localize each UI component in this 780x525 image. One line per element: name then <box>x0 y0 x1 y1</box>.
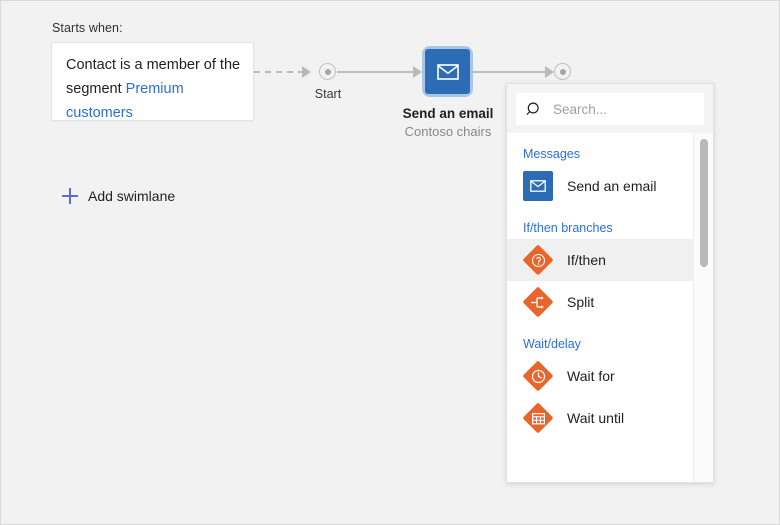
split-branch-icon <box>523 287 553 317</box>
list-item-wait-until[interactable]: Wait until <box>507 397 695 439</box>
list-item-label: If/then <box>567 252 606 268</box>
search-input[interactable] <box>551 101 732 118</box>
list-item-label: Wait for <box>567 368 615 384</box>
connector-email-to-end <box>470 71 548 73</box>
step-type-list: Messages Send an email If/then branches <box>507 133 695 482</box>
list-item-label: Send an email <box>567 178 657 194</box>
question-circle-icon <box>523 245 553 275</box>
start-node-label: Start <box>306 87 350 101</box>
add-swimlane-label: Add swimlane <box>88 188 175 204</box>
start-node[interactable] <box>319 63 336 80</box>
plus-icon <box>61 187 79 205</box>
trigger-card[interactable]: Contact is a member of the segment Premi… <box>51 42 254 121</box>
list-item-split[interactable]: Split <box>507 281 695 323</box>
panel-scrollbar-thumb[interactable] <box>700 139 708 267</box>
list-item-send-an-email[interactable]: Send an email <box>507 165 695 207</box>
list-item-wait-for[interactable]: Wait for <box>507 355 695 397</box>
search-box[interactable] <box>516 93 704 125</box>
arrowhead-icon-to-email <box>413 66 422 78</box>
add-step-flyout-panel[interactable]: Messages Send an email If/then branches <box>506 83 714 483</box>
add-swimlane-button[interactable]: Add swimlane <box>61 187 175 205</box>
panel-body: Messages Send an email If/then branches <box>507 133 713 482</box>
section-title-wait-delay: Wait/delay <box>507 323 695 355</box>
panel-search-area <box>507 84 713 133</box>
section-title-ifthen-branches: If/then branches <box>507 207 695 239</box>
clock-icon <box>523 361 553 391</box>
send-email-node-subtitle: Contoso chairs <box>382 124 514 139</box>
section-title-messages: Messages <box>507 133 695 165</box>
list-item-label: Wait until <box>567 410 624 426</box>
trigger-card-text: Contact is a member of the segment Premi… <box>66 53 241 125</box>
end-node[interactable] <box>554 63 571 80</box>
envelope-icon <box>425 49 470 94</box>
panel-scrollbar[interactable] <box>693 133 713 482</box>
envelope-icon <box>523 171 553 201</box>
send-email-node[interactable] <box>425 49 470 94</box>
calendar-icon <box>523 403 553 433</box>
connector-dashed <box>254 71 302 73</box>
connector-start-to-email <box>337 71 416 73</box>
arrowhead-icon-to-end <box>545 66 554 78</box>
search-icon <box>525 100 543 118</box>
list-item-if-then[interactable]: If/then <box>507 239 695 281</box>
journey-designer-screen: Starts when: Contact is a member of the … <box>0 0 780 525</box>
send-email-node-title: Send an email <box>382 106 514 121</box>
list-item-label: Split <box>567 294 594 310</box>
starts-when-label: Starts when: <box>52 21 123 35</box>
arrowhead-icon-dashed <box>302 66 311 78</box>
